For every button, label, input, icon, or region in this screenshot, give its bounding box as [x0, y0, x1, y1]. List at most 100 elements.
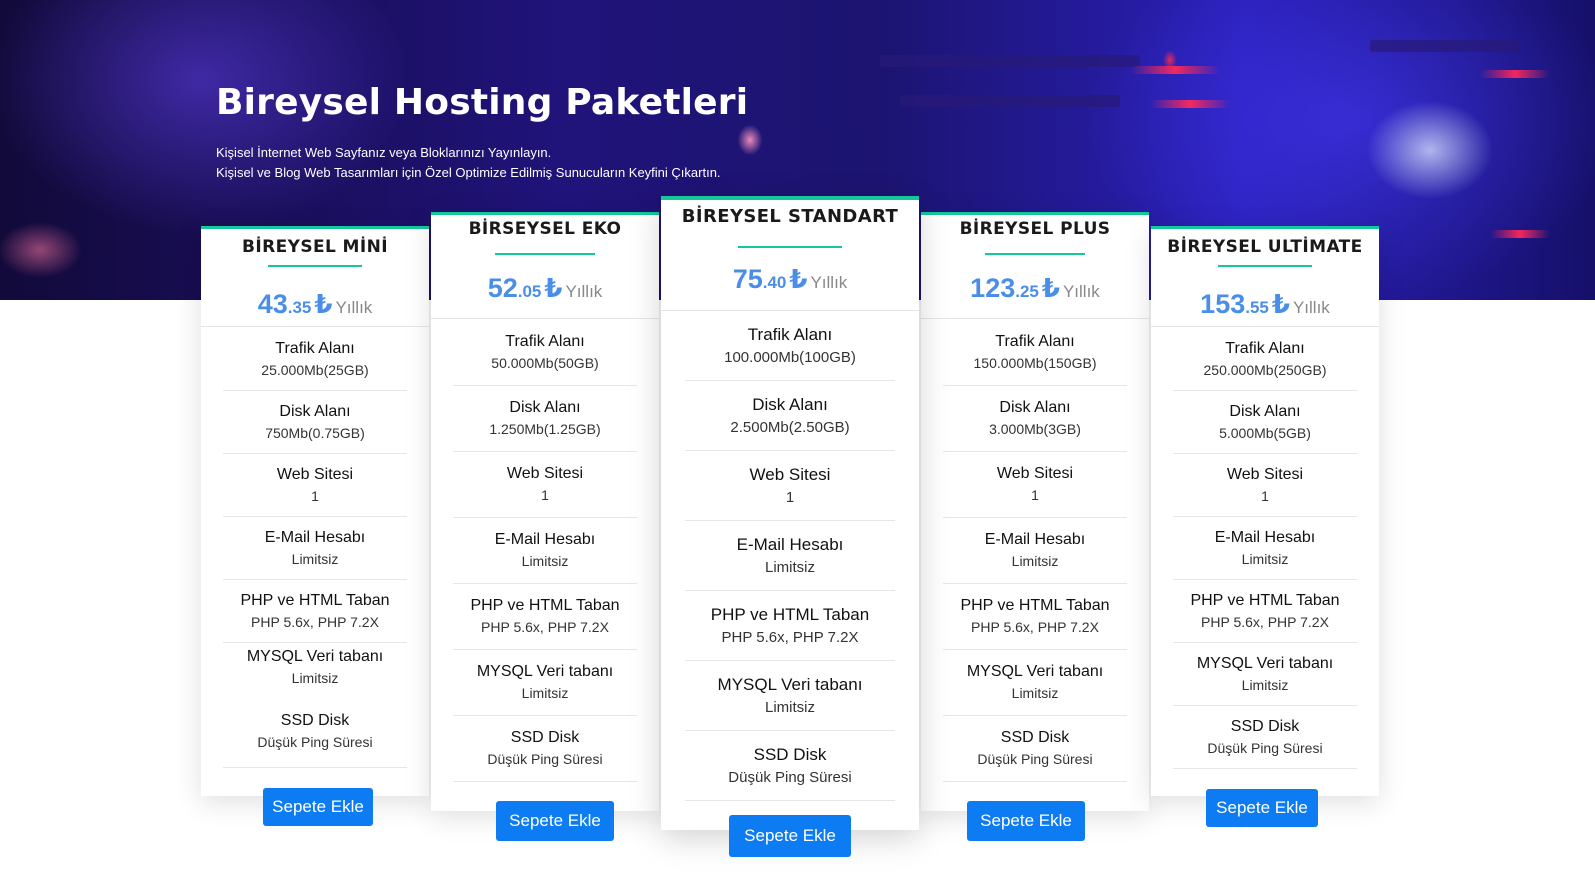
feature-value: Düşük Ping Süresi	[977, 751, 1093, 767]
feature-row: SSD Disk Düşük Ping Süresi	[453, 715, 637, 782]
feature-row: MYSQL Veri tabanı Limitsiz	[943, 649, 1127, 716]
feature-row: E-Mail Hesabı Limitsiz	[453, 517, 637, 584]
feature-title: MYSQL Veri tabanı	[717, 674, 863, 694]
plan-price: 43.35 ₺ Yıllık	[201, 289, 429, 320]
plan-name: BİREYSEL ULTİMATE	[1167, 237, 1363, 257]
feature-title: Trafik Alanı	[747, 325, 833, 344]
feature-row: MYSQL Veri tabanı Limitsiz	[1173, 642, 1357, 706]
add-to-cart-button[interactable]: Sepete Ekle	[496, 801, 614, 841]
price-integer: 52	[487, 273, 518, 303]
plan-name: BİREYSEL STANDART	[681, 206, 899, 227]
feature-title: SSD Disk	[1230, 717, 1300, 735]
feature-title: E-Mail Hesabı	[736, 534, 844, 554]
lira-icon: ₺	[314, 289, 333, 319]
feature-value: Limitsiz	[764, 558, 815, 576]
feature-value: 3.000Mb(3GB)	[989, 421, 1081, 437]
price-integer: 123	[970, 273, 1016, 303]
feature-value: Limitsiz	[521, 553, 569, 569]
feature-value: 2.500Mb(2.50GB)	[730, 418, 850, 436]
feature-value: 250.000Mb(250GB)	[1203, 361, 1327, 378]
feature-value: Düşük Ping Süresi	[257, 734, 373, 750]
feature-row: SSD Disk Düşük Ping Süresi	[943, 715, 1127, 782]
feature-row: Disk Alanı 2.500Mb(2.50GB)	[685, 380, 895, 451]
feature-row: SSD Disk Düşük Ping Süresi	[1173, 705, 1357, 769]
feature-row: Trafik Alanı 50.000Mb(50GB)	[453, 319, 637, 386]
feature-value: Düşük Ping Süresi	[1207, 739, 1323, 756]
feature-value: Düşük Ping Süresi	[728, 768, 852, 786]
feature-row: Disk Alanı 750Mb(0.75GB)	[223, 390, 407, 454]
feature-row: Trafik Alanı 150.000Mb(150GB)	[943, 319, 1127, 386]
feature-title: Trafik Alanı	[505, 333, 585, 350]
feature-title: Web Sitesi	[996, 465, 1074, 482]
feature-title: SSD Disk	[280, 712, 350, 729]
feature-title: MYSQL Veri tabanı	[476, 663, 614, 680]
price-integer: 43	[257, 289, 288, 319]
subtitle-line-2: Kişisel ve Blog Web Tasarımları için Öze…	[216, 165, 721, 180]
feature-value: 1	[1031, 487, 1039, 503]
feature-title: Web Sitesi	[276, 465, 354, 483]
feature-row: Disk Alanı 3.000Mb(3GB)	[943, 385, 1127, 452]
price-decimal: .35	[287, 298, 312, 317]
add-to-cart-button[interactable]: Sepete Ekle	[967, 801, 1085, 841]
feature-value: PHP 5.6x, PHP 7.2X	[481, 619, 609, 635]
feature-value: Limitsiz	[1241, 676, 1289, 693]
feature-title: Trafik Alanı	[275, 339, 355, 357]
feature-title: MYSQL Veri tabanı	[966, 663, 1104, 680]
price-decimal: .05	[517, 282, 542, 301]
feature-row: PHP ve HTML Taban PHP 5.6x, PHP 7.2X	[1173, 579, 1357, 643]
pricing-card: BİREYSEL STANDART 75.40 ₺ Yıllık Trafik Al…	[661, 196, 919, 830]
pricing-card: BİREYSEL MİNİ 43.35 ₺ Yıllık Trafik Alanı …	[201, 226, 429, 796]
feature-row: E-Mail Hesabı Limitsiz	[943, 517, 1127, 584]
feature-value: 1	[311, 487, 319, 504]
feature-title: MYSQL Veri tabanı	[246, 648, 384, 665]
feature-row: SSD Disk Düşük Ping Süresi	[223, 695, 407, 768]
feature-value: Limitsiz	[1011, 553, 1059, 569]
feature-value: PHP 5.6x, PHP 7.2X	[251, 613, 379, 630]
server-rack-decoration	[1370, 40, 1520, 52]
plan-name-underline	[268, 265, 362, 267]
feature-row: Trafik Alanı 25.000Mb(25GB)	[223, 327, 407, 391]
plan-price: 123.25 ₺ Yıllık	[921, 273, 1149, 304]
plan-name: BİREYSEL MİNİ	[242, 237, 388, 257]
feature-title: E-Mail Hesabı	[264, 528, 366, 546]
feature-title: PHP ve HTML Taban	[470, 597, 620, 614]
plan-name-underline	[738, 246, 842, 248]
feature-row: MYSQL Veri tabanı Limitsiz	[223, 642, 407, 692]
page-title: Bireysel Hosting Paketleri	[216, 82, 749, 123]
feature-value: Düşük Ping Süresi	[487, 751, 603, 767]
feature-row: PHP ve HTML Taban PHP 5.6x, PHP 7.2X	[685, 590, 895, 661]
server-rack-decoration	[900, 95, 1120, 107]
feature-title: PHP ve HTML Taban	[960, 597, 1110, 614]
feature-row: MYSQL Veri tabanı Limitsiz	[685, 660, 895, 731]
lira-icon: ₺	[1271, 289, 1290, 319]
server-light-decoration	[1130, 66, 1220, 74]
lira-icon: ₺	[1041, 273, 1060, 303]
pricing-card: BİREYSEL ULTİMATE 153.55 ₺ Yıllık Trafik A…	[1151, 226, 1379, 796]
lira-icon: ₺	[789, 264, 808, 294]
feature-row: MYSQL Veri tabanı Limitsiz	[453, 649, 637, 716]
lira-icon: ₺	[544, 273, 563, 303]
feature-title: Trafik Alanı	[1225, 339, 1305, 357]
feature-row: E-Mail Hesabı Limitsiz	[1173, 516, 1357, 580]
feature-title: SSD Disk	[1000, 729, 1070, 746]
plan-name-underline	[985, 253, 1085, 255]
feature-value: 5.000Mb(5GB)	[1219, 424, 1311, 441]
feature-row: PHP ve HTML Taban PHP 5.6x, PHP 7.2X	[223, 579, 407, 643]
feature-title: SSD Disk	[510, 729, 580, 746]
pricing-card: BİREYSEL PLUS 123.25 ₺ Yıllık Trafik Alanı…	[921, 212, 1149, 811]
feature-value: Limitsiz	[1011, 685, 1059, 701]
feature-row: Disk Alanı 1.250Mb(1.25GB)	[453, 385, 637, 452]
add-to-cart-button[interactable]: Sepete Ekle	[263, 788, 373, 826]
server-rack-decoration	[880, 55, 1140, 67]
page-subtitle: Kişisel İnternet Web Sayfanız veya Blokl…	[216, 143, 721, 183]
add-to-cart-button[interactable]: Sepete Ekle	[1206, 789, 1318, 827]
feature-title: Web Sitesi	[1226, 465, 1304, 483]
price-integer: 153	[1200, 289, 1246, 319]
add-to-cart-button[interactable]: Sepete Ekle	[729, 815, 851, 857]
server-light-decoration	[1490, 230, 1550, 238]
plan-name: BİRSEYSEL EKO	[468, 219, 622, 239]
server-light-decoration	[1480, 70, 1550, 78]
feature-value: Limitsiz	[291, 670, 339, 686]
plan-name-underline	[1218, 265, 1312, 267]
feature-row: Web Sitesi 1	[943, 451, 1127, 518]
